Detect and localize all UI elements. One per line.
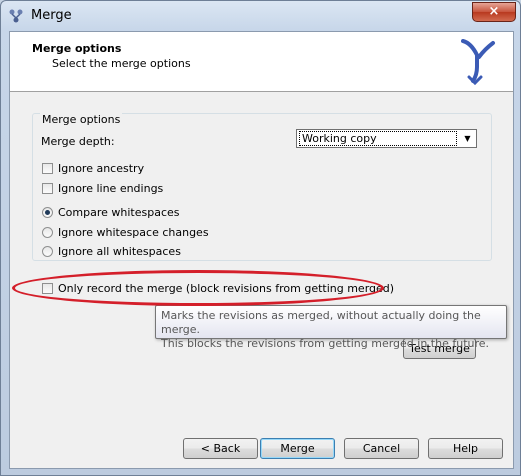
ignore-all-whitespaces-label: Ignore all whitespaces xyxy=(58,245,181,258)
ignore-ancestry-label: Ignore ancestry xyxy=(58,162,145,175)
back-button[interactable]: < Back xyxy=(183,438,258,459)
wizard-page: Merge options Select the merge options M… xyxy=(9,31,514,469)
tooltip-line-2: This blocks the revisions from getting m… xyxy=(161,337,490,350)
ignore-whitespace-changes-radio[interactable] xyxy=(42,227,53,238)
window-frame: Merge × Merge options Select the merge o… xyxy=(0,0,521,476)
tooltip-line-1: Marks the revisions as merged, without a… xyxy=(161,309,481,336)
ignore-line-endings-label: Ignore line endings xyxy=(58,182,164,195)
ignore-line-endings-checkbox[interactable] xyxy=(42,183,53,194)
merge-depth-select[interactable]: Working copy ▼ xyxy=(296,129,477,148)
ignore-all-whitespaces-radio[interactable] xyxy=(42,246,53,257)
group-title: Merge options xyxy=(40,113,123,126)
window-title: Merge xyxy=(31,8,72,23)
merge-branch-icon xyxy=(461,39,495,85)
ignore-whitespace-changes-label: Ignore whitespace changes xyxy=(58,226,209,239)
wizard-header: Merge options Select the merge options xyxy=(10,32,513,92)
merge-depth-label: Merge depth: xyxy=(41,135,115,148)
merge-app-icon xyxy=(9,9,23,23)
merge-button[interactable]: Merge xyxy=(260,438,335,459)
compare-whitespaces-label: Compare whitespaces xyxy=(58,206,180,219)
page-title: Merge options xyxy=(32,42,122,55)
chevron-down-icon: ▼ xyxy=(464,134,471,143)
title-bar[interactable]: Merge × xyxy=(1,1,521,31)
merge-depth-value: Working copy xyxy=(299,131,457,146)
cancel-button[interactable]: Cancel xyxy=(344,438,419,459)
help-button[interactable]: Help xyxy=(428,438,503,459)
red-highlight-ellipse xyxy=(12,270,384,306)
ignore-ancestry-checkbox[interactable] xyxy=(42,163,53,174)
compare-whitespaces-radio[interactable] xyxy=(42,207,53,218)
tooltip: Marks the revisions as merged, without a… xyxy=(155,305,507,350)
page-subtitle: Select the merge options xyxy=(52,57,191,70)
close-button[interactable]: × xyxy=(472,2,516,22)
